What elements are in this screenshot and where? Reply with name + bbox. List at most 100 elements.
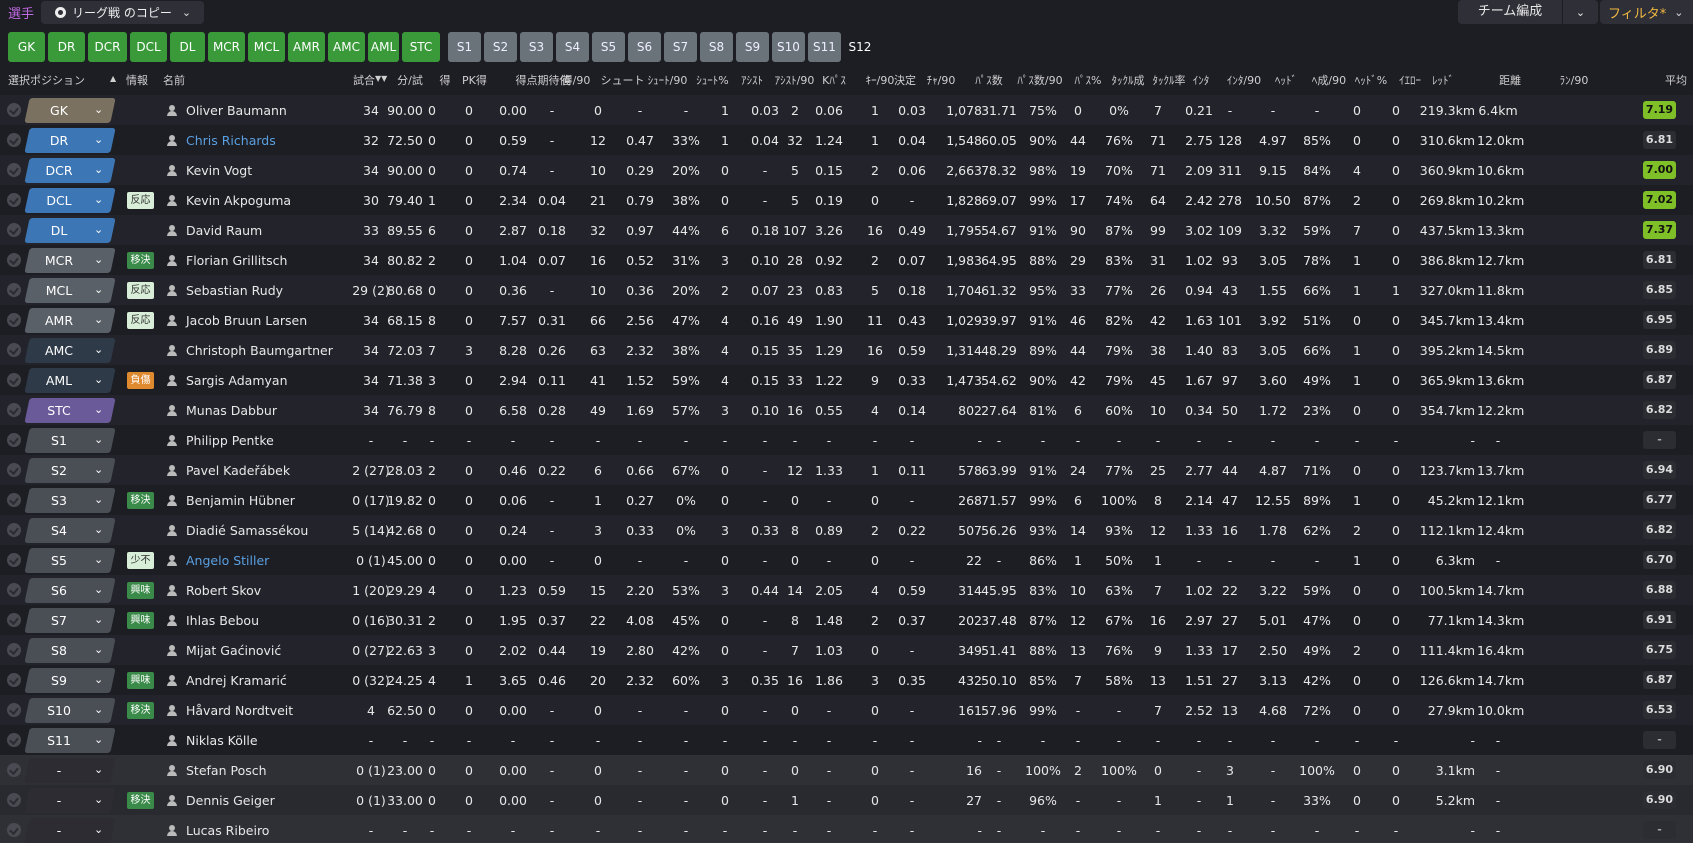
player-name[interactable]: Stefan Posch [186, 763, 267, 778]
player-name[interactable]: Munas Dabbur [186, 403, 277, 418]
tab-s10[interactable]: S10 [772, 32, 805, 62]
table-row[interactable]: MCR ⌄ 移決 Florian Grillitsch 34 80.82 2 0 1.04 0.0… [0, 245, 1693, 275]
tab-s9[interactable]: S9 [736, 32, 769, 62]
view-selector[interactable]: リーグ戦 のコピー ⌄ [41, 1, 204, 24]
column-header[interactable]: 名前 [163, 72, 203, 88]
check-icon[interactable] [7, 763, 21, 777]
table-row[interactable]: S3 ⌄ 移決 Benjamin Hübner 0 (17) 19.82 0 0 0.06-1 0… [0, 485, 1693, 515]
column-header[interactable]: ﾍｯﾄﾞ [1268, 72, 1304, 88]
filter-button[interactable]: フィルタ* ⌄ [1600, 0, 1693, 24]
tab-dl[interactable]: DL [170, 32, 205, 62]
chevron-down-icon[interactable]: ⌄ [94, 193, 103, 206]
check-icon[interactable] [7, 283, 21, 297]
tab-aml[interactable]: AML [368, 32, 399, 62]
table-row[interactable]: - ⌄ 移決 Dennis Geiger 0 (1) 33.00 0 0 0.00-0- -0-1… [0, 785, 1693, 815]
table-row[interactable]: GK ⌄ Oliver Baumann 34 90.00 0 0 0.00-0- -1 0.03 2… [0, 95, 1693, 125]
chevron-down-icon[interactable]: ⌄ [94, 583, 103, 596]
table-row[interactable]: S1 ⌄ Philipp Pentke - - - - - - - - - - - - - - - - - - - - - - -… [0, 425, 1693, 455]
table-row[interactable]: - ⌄ Lucas Ribeiro - - - - - - - - - - - - - - - - - - - - - - - - -… [0, 815, 1693, 843]
chevron-down-icon[interactable]: ⌄ [94, 553, 103, 566]
column-header[interactable]: 得 [431, 72, 459, 88]
check-icon[interactable] [7, 523, 21, 537]
team-select-button[interactable]: チーム編成 ⌄ [1458, 0, 1598, 24]
table-row[interactable]: S9 ⌄ 興味 Andrej Kramarić 0 (32) 24.25 4 1 3.65 0.4… [0, 665, 1693, 695]
status-badge[interactable]: 興味 [127, 672, 154, 689]
player-name[interactable]: Kevin Akpoguma [186, 193, 291, 208]
check-icon[interactable] [7, 193, 21, 207]
check-icon[interactable] [7, 493, 21, 507]
tab-s5[interactable]: S5 [592, 32, 625, 62]
tab-dcl[interactable]: DCL [130, 32, 167, 62]
check-icon[interactable] [7, 583, 21, 597]
player-name[interactable]: David Raum [186, 223, 262, 238]
table-row[interactable]: S2 ⌄ Pavel Kadeřábek 2 (27) 28.03 2 0 0.46 0.22 6… [0, 455, 1693, 485]
check-icon[interactable] [7, 433, 21, 447]
chevron-down-icon[interactable]: ⌄ [94, 133, 103, 146]
status-badge[interactable]: 反応 [127, 192, 154, 209]
player-name[interactable]: Dennis Geiger [186, 793, 275, 808]
chevron-down-icon[interactable]: ⌄ [94, 223, 103, 236]
check-icon[interactable] [7, 793, 21, 807]
tab-mcl[interactable]: MCL [248, 32, 285, 62]
table-row[interactable]: S10 ⌄ 移決 Håvard Nordtveit 4 62.50 0 0 0.00-0- -0-… [0, 695, 1693, 725]
tab-dcr[interactable]: DCR [88, 32, 127, 62]
chevron-down-icon[interactable]: ⌄ [94, 763, 103, 776]
table-row[interactable]: AMC ⌄ Christoph Baumgartner 34 72.03 7 3 8.28 0.… [0, 335, 1693, 365]
chevron-down-icon[interactable]: ⌄ [94, 103, 103, 116]
column-header[interactable]: ﾗﾝ/90 [1550, 72, 1598, 88]
tab-s1[interactable]: S1 [448, 32, 481, 62]
table-row[interactable]: AML ⌄ 負傷 Sargis Adamyan 34 71.38 3 0 2.94 0.11 41 1… [0, 365, 1693, 395]
player-name[interactable]: Philipp Pentke [186, 433, 274, 448]
player-name[interactable]: Lucas Ribeiro [186, 823, 269, 838]
check-icon[interactable] [7, 223, 21, 237]
column-header[interactable]: ﾍｯﾄﾞ% [1351, 72, 1391, 88]
table-row[interactable]: STC ⌄ Munas Dabbur 34 76.79 8 0 6.58 0.28 49 1.69 5… [0, 395, 1693, 425]
column-header[interactable]: ｲﾝﾀ [1185, 72, 1217, 88]
chevron-down-icon[interactable]: ⌄ [94, 703, 103, 716]
table-row[interactable]: DL ⌄ David Raum 33 89.55 6 0 2.87 0.18 32 0.97 44% 6… [0, 215, 1693, 245]
chevron-down-icon[interactable]: ⌄ [94, 283, 103, 296]
column-header[interactable]: Kﾊﾟｽ [818, 72, 850, 88]
check-icon[interactable] [7, 253, 21, 267]
chevron-down-icon[interactable]: ⌄ [94, 343, 103, 356]
status-badge[interactable]: 興味 [127, 612, 154, 629]
chevron-down-icon[interactable]: ⌄ [94, 373, 103, 386]
chevron-down-icon[interactable]: ⌄ [94, 253, 103, 266]
chevron-down-icon[interactable]: ⌄ [94, 643, 103, 656]
column-header[interactable]: ｱｼｽﾄ [738, 72, 766, 88]
chevron-down-icon[interactable]: ⌄ [94, 433, 103, 446]
status-badge[interactable]: 移決 [127, 792, 154, 809]
column-header[interactable]: 得/90 [559, 72, 593, 88]
chevron-down-icon[interactable]: ⌄ [94, 493, 103, 506]
check-icon[interactable] [7, 643, 21, 657]
chevron-down-icon[interactable]: ⌄ [94, 163, 103, 176]
player-name[interactable]: Benjamin Hübner [186, 493, 295, 508]
table-row[interactable]: DR ⌄ Chris Richards 32 72.50 0 0 0.59-12 0.47 33%… [0, 125, 1693, 155]
check-icon[interactable] [7, 343, 21, 357]
column-header[interactable]: ｼｭｰﾄ/90 [645, 72, 690, 88]
status-badge[interactable]: 興味 [127, 582, 154, 599]
check-icon[interactable] [7, 553, 21, 567]
tab-s12[interactable]: S12 [844, 32, 876, 62]
column-header[interactable]: ﾊﾟｽ% [1068, 72, 1108, 88]
tab-s8[interactable]: S8 [700, 32, 733, 62]
tab-dr[interactable]: DR [48, 32, 85, 62]
chevron-down-icon[interactable]: ⌄ [94, 613, 103, 626]
column-header[interactable]: ｲｴﾛｰ [1393, 72, 1427, 88]
column-header[interactable]: ｲﾝﾀ/90 [1224, 72, 1264, 88]
table-row[interactable]: S6 ⌄ 興味 Robert Skov 1 (20) 29.29 4 0 1.23 0.59 15 2… [0, 575, 1693, 605]
check-icon[interactable] [7, 823, 21, 837]
tab-gk[interactable]: GK [8, 32, 45, 62]
player-name[interactable]: Angelo Stiller [186, 553, 269, 568]
check-icon[interactable] [7, 703, 21, 717]
column-header[interactable]: 選択ポジション [8, 72, 103, 88]
check-icon[interactable] [7, 613, 21, 627]
tab-s6[interactable]: S6 [628, 32, 661, 62]
player-name[interactable]: Robert Skov [186, 583, 261, 598]
table-row[interactable]: S11 ⌄ Niklas Kölle - - - - - - - - - - - - - - - - - - - - - - - -… [0, 725, 1693, 755]
player-name[interactable]: Chris Richards [186, 133, 276, 148]
column-header[interactable]: 分/試 [386, 72, 434, 88]
player-name[interactable]: Mijat Gaćinović [186, 643, 281, 658]
tab-stc[interactable]: STC [402, 32, 440, 62]
table-row[interactable]: S8 ⌄ Mijat Gaćinović 0 (27) 22.63 3 0 2.02 0.44 1… [0, 635, 1693, 665]
